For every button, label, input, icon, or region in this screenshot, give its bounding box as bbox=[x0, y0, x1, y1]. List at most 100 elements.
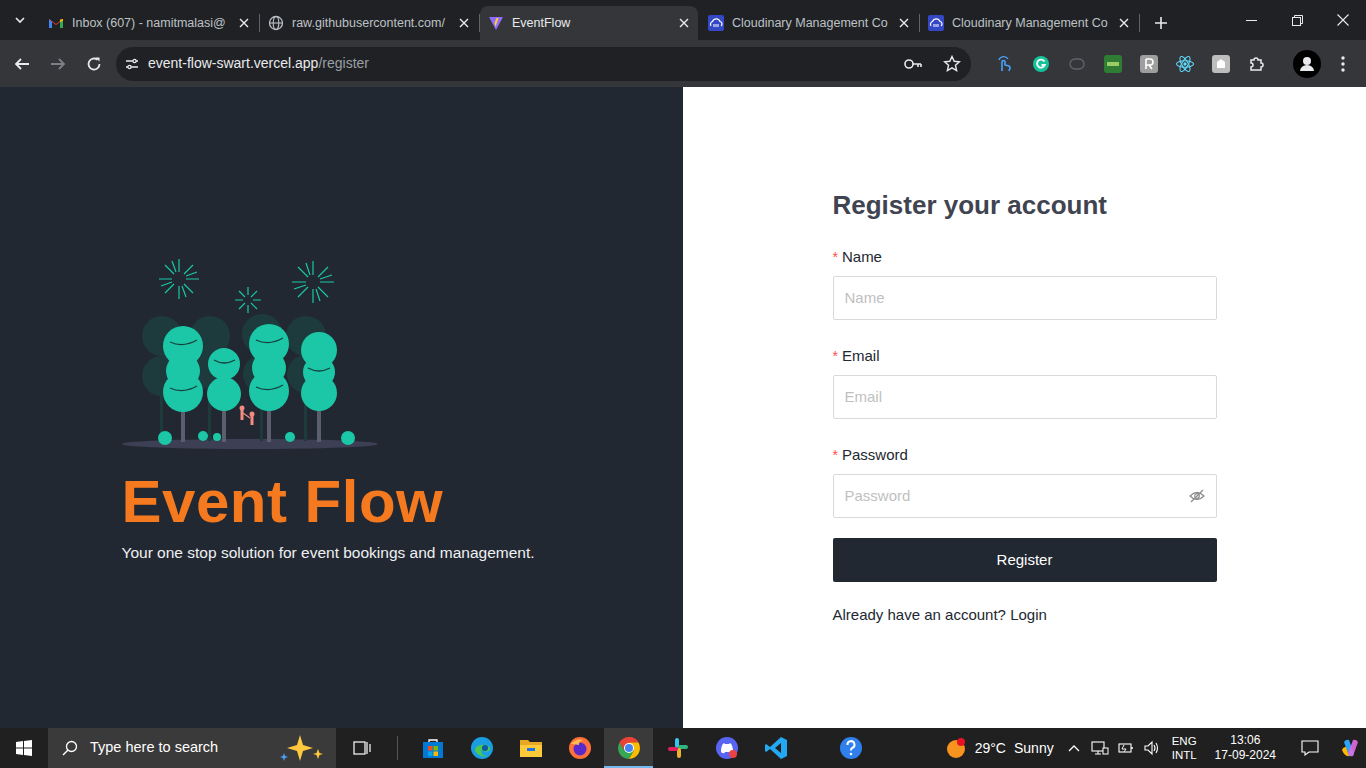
address-bar[interactable]: event-flow-swart.vercel.app/register bbox=[116, 47, 971, 81]
browser-tab[interactable]: Inbox (607) - namitmalasi@ bbox=[40, 6, 258, 40]
edge-icon[interactable] bbox=[457, 728, 506, 768]
keyboard-layout: INTL bbox=[1172, 748, 1197, 762]
form-field: *Email bbox=[833, 346, 1217, 419]
clock-date: 17-09-2024 bbox=[1215, 748, 1276, 763]
tab-label: raw.githubusercontent.com/ bbox=[292, 14, 448, 32]
slack-icon[interactable] bbox=[653, 728, 702, 768]
close-icon[interactable] bbox=[896, 15, 912, 31]
close-window-icon[interactable] bbox=[1320, 0, 1366, 40]
vscode-icon[interactable] bbox=[751, 728, 800, 768]
gmail-icon bbox=[48, 15, 64, 31]
name-input[interactable] bbox=[833, 276, 1217, 320]
react-icon[interactable] bbox=[1169, 48, 1201, 80]
browser-tab[interactable]: Cloudinary Management Co bbox=[920, 6, 1138, 40]
clock[interactable]: 13:0617-09-2024 bbox=[1207, 733, 1284, 763]
email-input[interactable] bbox=[833, 375, 1217, 419]
divider bbox=[397, 736, 398, 760]
globe-icon bbox=[268, 15, 284, 31]
login-link[interactable]: Login bbox=[1010, 606, 1047, 623]
help-icon[interactable] bbox=[826, 728, 875, 768]
weather-condition: Sunny bbox=[1014, 738, 1054, 759]
cloudinary-icon bbox=[708, 15, 724, 31]
bookmark-star-icon[interactable] bbox=[943, 55, 961, 73]
tab-search-icon[interactable] bbox=[0, 0, 40, 40]
web-page: Event Flow Your one stop solution for ev… bbox=[0, 87, 1366, 728]
profile-icon[interactable] bbox=[1291, 48, 1323, 80]
battery-icon[interactable] bbox=[1116, 728, 1136, 768]
task-view-icon[interactable] bbox=[338, 728, 387, 768]
windows-start-icon[interactable] bbox=[0, 728, 48, 768]
cors-icon[interactable] bbox=[1097, 48, 1129, 80]
back-icon[interactable] bbox=[6, 48, 38, 80]
form-field: *Password bbox=[833, 445, 1217, 518]
extensions-puzzle-icon[interactable] bbox=[1241, 48, 1273, 80]
firefox-icon[interactable] bbox=[555, 728, 604, 768]
network-icon[interactable] bbox=[1090, 728, 1110, 768]
url-host: event-flow-swart.vercel.app bbox=[148, 55, 318, 71]
brand-panel: Event Flow Your one stop solution for ev… bbox=[0, 87, 683, 728]
field-label: *Name bbox=[833, 247, 1217, 267]
chrome-icon[interactable] bbox=[604, 728, 653, 768]
register-form: Register your account *Name *Email *Pass… bbox=[833, 189, 1217, 627]
password-key-icon[interactable] bbox=[903, 56, 923, 72]
grammarly-icon[interactable] bbox=[1025, 48, 1057, 80]
required-mark: * bbox=[833, 247, 838, 267]
close-icon[interactable] bbox=[1116, 15, 1132, 31]
copilot-icon[interactable] bbox=[1336, 728, 1366, 768]
menu-icon[interactable] bbox=[1327, 48, 1359, 80]
brand-title: Event Flow bbox=[122, 469, 562, 535]
eye-slash-icon[interactable] bbox=[1189, 488, 1205, 504]
store-icon[interactable] bbox=[408, 728, 457, 768]
register-button[interactable]: Register bbox=[833, 538, 1217, 582]
close-icon[interactable] bbox=[236, 15, 252, 31]
reload-icon[interactable] bbox=[78, 48, 110, 80]
browser-tab[interactable]: EventFlow bbox=[480, 6, 698, 40]
restore-icon[interactable] bbox=[1274, 0, 1320, 40]
taskbar: Type here to search 29°C Sunny EN bbox=[0, 728, 1366, 768]
form-panel: Register your account *Name *Email *Pass… bbox=[683, 87, 1366, 728]
tab-label: Inbox (607) - namitmalasi@ bbox=[72, 14, 228, 32]
screen: Inbox (607) - namitmalasi@ raw.githubuse… bbox=[0, 0, 1366, 768]
sun-icon bbox=[945, 737, 967, 759]
field-label: *Password bbox=[833, 445, 1217, 465]
browser-tab[interactable]: raw.githubusercontent.com/ bbox=[260, 6, 478, 40]
taskbar-search[interactable]: Type here to search bbox=[48, 728, 336, 768]
input-language[interactable]: ENGINTL bbox=[1168, 734, 1201, 762]
brand-tagline: Your one stop solution for event booking… bbox=[122, 541, 562, 564]
browser-toolbar: event-flow-swart.vercel.app/register bbox=[0, 40, 1366, 87]
new-tab-icon[interactable] bbox=[1146, 6, 1176, 40]
celebration-illustration-icon bbox=[122, 256, 382, 451]
close-icon[interactable] bbox=[676, 15, 692, 31]
login-prompt: Already have an account? Login bbox=[833, 604, 1217, 627]
vite-icon bbox=[488, 15, 504, 31]
cloudinary-icon bbox=[928, 15, 944, 31]
form-field: *Name bbox=[833, 247, 1217, 320]
extension-icon[interactable] bbox=[1133, 48, 1165, 80]
discord-icon[interactable] bbox=[702, 728, 751, 768]
search-icon bbox=[62, 740, 78, 756]
search-placeholder: Type here to search bbox=[90, 737, 266, 759]
show-hidden-icon[interactable] bbox=[1064, 728, 1084, 768]
file-explorer-icon[interactable] bbox=[506, 728, 555, 768]
required-mark: * bbox=[833, 445, 838, 465]
forward-icon[interactable] bbox=[42, 48, 74, 80]
tab-label: Cloudinary Management Co bbox=[732, 14, 888, 32]
tab-label: EventFlow bbox=[512, 14, 668, 32]
browser-tab[interactable]: Cloudinary Management Co bbox=[700, 6, 918, 40]
extension-icon[interactable] bbox=[989, 48, 1021, 80]
required-mark: * bbox=[833, 346, 838, 366]
weather-temperature: 29°C bbox=[975, 738, 1006, 759]
password-input[interactable] bbox=[833, 474, 1217, 518]
label-text: Email bbox=[842, 346, 880, 366]
minimize-icon[interactable] bbox=[1228, 0, 1274, 40]
extension-icon[interactable] bbox=[1061, 48, 1093, 80]
volume-icon[interactable] bbox=[1142, 728, 1162, 768]
url: event-flow-swart.vercel.app/register bbox=[148, 53, 895, 74]
close-icon[interactable] bbox=[456, 15, 472, 31]
search-highlight-icon bbox=[278, 733, 328, 763]
site-info-icon[interactable] bbox=[124, 56, 140, 72]
tab-label: Cloudinary Management Co bbox=[952, 14, 1108, 32]
extension-icon[interactable] bbox=[1205, 48, 1237, 80]
notification-icon[interactable] bbox=[1290, 728, 1330, 768]
weather-widget[interactable]: 29°C Sunny bbox=[935, 737, 1064, 759]
